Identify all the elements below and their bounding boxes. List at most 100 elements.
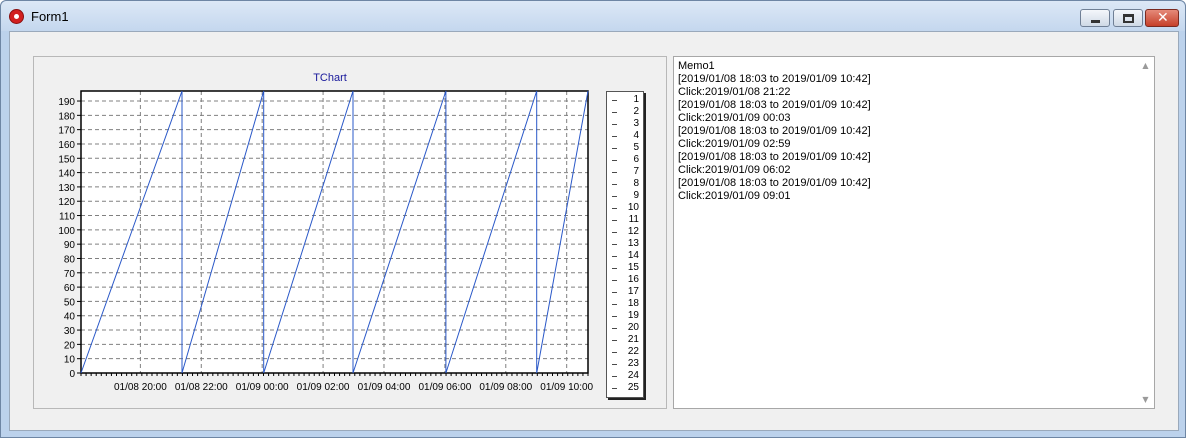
legend-item[interactable]: 14 bbox=[607, 250, 643, 262]
y-tick-label: 190 bbox=[58, 97, 75, 108]
y-tick-label: 90 bbox=[64, 240, 76, 251]
legend-label: 23 bbox=[627, 358, 639, 369]
legend-label: 18 bbox=[627, 298, 639, 309]
legend-item[interactable]: 18 bbox=[607, 298, 643, 310]
memo-box[interactable]: Memo1 [2019/01/08 18:03 to 2019/01/09 10:… bbox=[673, 56, 1155, 409]
legend-swatch bbox=[612, 340, 617, 341]
y-tick-label: 80 bbox=[64, 254, 76, 265]
scroll-down-arrow-icon[interactable]: ▼ bbox=[1137, 391, 1154, 408]
legend-swatch bbox=[612, 124, 617, 125]
legend-swatch bbox=[612, 100, 617, 101]
y-tick-label: 170 bbox=[58, 126, 75, 137]
legend-swatch bbox=[612, 328, 617, 329]
legend-label: 1 bbox=[633, 94, 639, 105]
legend-swatch bbox=[612, 172, 617, 173]
legend-item[interactable]: 23 bbox=[607, 358, 643, 370]
chart-legend[interactable]: 1 2 3 4 5 6 7 8 9 10 11 12 13 14 15 16 17 18 19 20 21 22 23 24 2… bbox=[606, 91, 644, 398]
chart-plot[interactable]: 0102030405060708090100110120130140150160… bbox=[34, 57, 668, 410]
y-tick-label: 180 bbox=[58, 111, 75, 122]
legend-label: 10 bbox=[627, 202, 639, 213]
legend-item[interactable]: 2 bbox=[607, 106, 643, 118]
legend-label: 5 bbox=[633, 142, 639, 153]
app-icon[interactable] bbox=[9, 9, 24, 24]
legend-item[interactable]: 1 bbox=[607, 94, 643, 106]
memo-line: [2019/01/08 18:03 to 2019/01/09 10:42] bbox=[678, 177, 871, 189]
legend-item[interactable]: 3 bbox=[607, 118, 643, 130]
legend-swatch bbox=[612, 280, 617, 281]
legend-item[interactable]: 6 bbox=[607, 154, 643, 166]
legend-item[interactable]: 24 bbox=[607, 370, 643, 382]
legend-item[interactable]: 5 bbox=[607, 142, 643, 154]
memo-line: Click:2019/01/09 00:03 bbox=[678, 112, 791, 124]
legend-label: 14 bbox=[627, 250, 639, 261]
y-tick-label: 60 bbox=[64, 283, 76, 294]
memo-line: Click:2019/01/09 06:02 bbox=[678, 164, 791, 176]
memo-line: Click:2019/01/09 09:01 bbox=[678, 190, 791, 202]
legend-item[interactable]: 12 bbox=[607, 226, 643, 238]
legend-item[interactable]: 19 bbox=[607, 310, 643, 322]
y-tick-label: 20 bbox=[64, 340, 76, 351]
legend-item[interactable]: 11 bbox=[607, 214, 643, 226]
legend-label: 9 bbox=[633, 190, 639, 201]
legend-item[interactable]: 8 bbox=[607, 178, 643, 190]
legend-label: 11 bbox=[628, 214, 639, 225]
legend-item[interactable]: 17 bbox=[607, 286, 643, 298]
legend-label: 16 bbox=[627, 274, 639, 285]
chart-panel[interactable]: TChart 0 10 20 30 40 50 60 70 80 90 100 110 120 130 14… bbox=[33, 56, 667, 409]
legend-item[interactable]: 9 bbox=[607, 190, 643, 202]
memo-line: [2019/01/08 18:03 to 2019/01/09 10:42] bbox=[678, 151, 871, 163]
x-tick-label: 01/09 06:00 bbox=[418, 382, 471, 393]
y-tick-label: 140 bbox=[58, 169, 75, 180]
y-tick-label: 50 bbox=[64, 297, 76, 308]
legend-swatch bbox=[612, 268, 617, 269]
y-tick-label: 160 bbox=[58, 140, 75, 151]
memo-line: Memo1 bbox=[678, 60, 715, 72]
legend-label: 4 bbox=[633, 130, 639, 141]
y-tick-label: 30 bbox=[64, 326, 76, 337]
legend-item[interactable]: 4 bbox=[607, 130, 643, 142]
legend-item[interactable]: 16 bbox=[607, 274, 643, 286]
legend-swatch bbox=[612, 388, 617, 389]
legend-item[interactable]: 22 bbox=[607, 346, 643, 358]
x-tick-label: 01/09 04:00 bbox=[358, 382, 411, 393]
legend-item[interactable]: 15 bbox=[607, 262, 643, 274]
scroll-up-arrow-icon[interactable]: ▲ bbox=[1137, 57, 1154, 74]
minimize-button[interactable] bbox=[1080, 9, 1110, 27]
legend-swatch bbox=[612, 292, 617, 293]
legend-item[interactable]: 20 bbox=[607, 322, 643, 334]
memo-line: [2019/01/08 18:03 to 2019/01/09 10:42] bbox=[678, 73, 871, 85]
legend-label: 17 bbox=[627, 286, 639, 297]
legend-item[interactable]: 10 bbox=[607, 202, 643, 214]
memo-scrollbar[interactable]: ▲ ▼ bbox=[1137, 57, 1154, 408]
legend-swatch bbox=[612, 148, 617, 149]
legend-label: 7 bbox=[633, 166, 639, 177]
legend-swatch bbox=[612, 184, 617, 185]
legend-swatch bbox=[612, 208, 617, 209]
legend-swatch bbox=[612, 244, 617, 245]
legend-swatch bbox=[612, 352, 617, 353]
y-tick-label: 100 bbox=[58, 226, 75, 237]
legend-label: 13 bbox=[627, 238, 639, 249]
close-button[interactable]: ✕ bbox=[1145, 9, 1179, 27]
legend-swatch bbox=[612, 232, 617, 233]
minimize-icon bbox=[1091, 20, 1100, 23]
y-tick-label: 70 bbox=[64, 269, 76, 280]
legend-swatch bbox=[612, 316, 617, 317]
legend-swatch bbox=[612, 196, 617, 197]
maximize-button[interactable] bbox=[1113, 9, 1143, 27]
form-client-area: TChart 0 10 20 30 40 50 60 70 80 90 100 110 120 130 14… bbox=[9, 31, 1179, 431]
legend-label: 21 bbox=[627, 334, 639, 345]
legend-item[interactable]: 25 bbox=[607, 382, 643, 394]
legend-item[interactable]: 7 bbox=[607, 166, 643, 178]
memo-line: Click:2019/01/08 21:22 bbox=[678, 86, 791, 98]
x-tick-label: 01/08 22:00 bbox=[175, 382, 228, 393]
legend-item[interactable]: 21 bbox=[607, 334, 643, 346]
x-tick-label: 01/09 02:00 bbox=[297, 382, 350, 393]
legend-label: 19 bbox=[627, 310, 639, 321]
memo-text[interactable]: Memo1 [2019/01/08 18:03 to 2019/01/09 10:… bbox=[678, 60, 1138, 203]
legend-swatch bbox=[612, 256, 617, 257]
legend-item[interactable]: 13 bbox=[607, 238, 643, 250]
legend-label: 20 bbox=[627, 322, 639, 333]
title-bar[interactable]: Form1 ✕ bbox=[1, 1, 1185, 31]
y-tick-label: 0 bbox=[69, 369, 75, 380]
